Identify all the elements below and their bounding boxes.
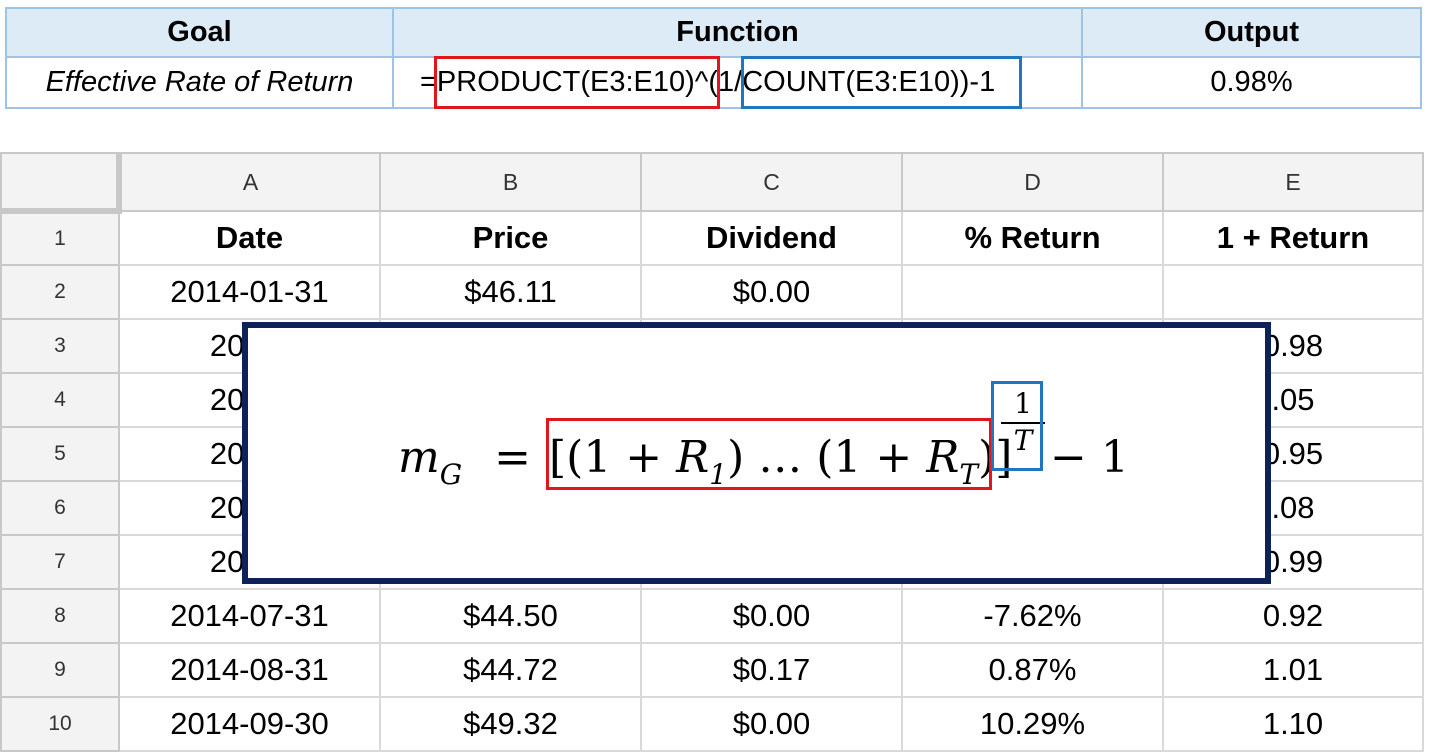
data-cell[interactable] [901,264,1164,320]
eq-equals: = [494,432,531,483]
data-cell[interactable]: $0.00 [640,264,903,320]
column-header-e[interactable]: E [1162,152,1424,212]
row-header[interactable]: 4 [0,372,120,428]
summary-goal-cell[interactable]: Effective Rate of Return [7,58,394,107]
summary-formula-cell[interactable]: =PRODUCT(E3:E10)^(1/COUNT(E3:E10))-1 [394,58,1083,107]
summary-formula-text: =PRODUCT(E3:E10)^(1/COUNT(E3:E10))-1 [420,66,996,98]
table-row: 1 Date Price Dividend % Return 1 + Retur… [0,210,1424,266]
data-cell[interactable]: 1.10 [1162,696,1424,752]
data-cell[interactable]: $46.11 [379,264,642,320]
header-cell-date[interactable]: Date [118,210,381,266]
data-cell[interactable]: 0.92 [1162,588,1424,644]
summary-header-output: Output [1203,16,1299,48]
eq-rt: R [926,432,960,483]
column-header-c[interactable]: C [640,152,903,212]
data-cell[interactable]: $0.00 [640,696,903,752]
data-cell[interactable]: 10.29% [901,696,1164,752]
eq-lhs-var: m [398,432,440,483]
data-cell[interactable]: 2014-01-31 [118,264,381,320]
row-header[interactable]: 7 [0,534,120,590]
row-header[interactable]: 6 [0,480,120,536]
row-header[interactable]: 9 [0,642,120,698]
data-cell[interactable]: 2014-09-30 [118,696,381,752]
formula-overlay: mG = [(1 + R1) … (1 + RT)] 1 T − 1 [242,322,1271,584]
summary-output-cell[interactable]: 0.98% [1083,58,1420,107]
eq-r1-sub: 1 [709,458,728,491]
column-header-a[interactable]: A [118,152,381,212]
row-header[interactable]: 8 [0,588,120,644]
row-header[interactable]: 3 [0,318,120,374]
row-header[interactable]: 10 [0,696,120,752]
data-cell[interactable]: $44.72 [379,642,642,698]
header-cell-one-plus-return[interactable]: 1 + Return [1162,210,1424,266]
data-cell[interactable]: $0.17 [640,642,903,698]
summary-header-function: Function [394,9,1083,56]
table-row: 8 2014-07-31 $44.50 $0.00 -7.62% 0.92 [0,588,1424,644]
header-cell-price[interactable]: Price [379,210,642,266]
summary-header-row: Goal Function Output [7,9,1420,58]
data-cell[interactable]: $49.32 [379,696,642,752]
data-cell[interactable] [1162,264,1424,320]
summary-body-row: Effective Rate of Return =PRODUCT(E3:E10… [7,58,1420,107]
data-cell[interactable]: 2014-07-31 [118,588,381,644]
data-cell[interactable]: -7.62% [901,588,1164,644]
data-cell[interactable]: 0.87% [901,642,1164,698]
table-row: 10 2014-09-30 $49.32 $0.00 10.29% 1.10 [0,696,1424,752]
eq-exp-denominator: T [1013,424,1033,457]
data-cell[interactable]: 1.01 [1162,642,1424,698]
eq-exp-numerator: 1 [1001,386,1045,424]
data-cell[interactable]: $44.50 [379,588,642,644]
eq-middle: ) … (1 + [727,432,927,483]
eq-r1: R [676,432,710,483]
geometric-mean-equation: mG = [(1 + R1) … (1 + RT)] 1 T − 1 [398,387,1129,505]
column-header-b[interactable]: B [379,152,642,212]
data-cell[interactable]: 2014-08-31 [118,642,381,698]
eq-rt-sub: T [959,458,979,491]
header-cell-return[interactable]: % Return [901,210,1164,266]
table-row: 9 2014-08-31 $44.72 $0.17 0.87% 1.01 [0,642,1424,698]
eq-open: [(1 + [548,432,677,483]
row-header[interactable]: 2 [0,264,120,320]
eq-exponent: 1 T [1001,386,1045,458]
table-row: 2 2014-01-31 $46.11 $0.00 [0,264,1424,320]
eq-lhs-sub: G [439,458,463,491]
row-header[interactable]: 5 [0,426,120,482]
header-cell-dividend[interactable]: Dividend [640,210,903,266]
summary-header-goal: Goal [7,9,394,56]
data-cell[interactable]: $0.00 [640,588,903,644]
column-header-d[interactable]: D [901,152,1164,212]
summary-table: Goal Function Output Effective Rate of R… [5,7,1422,109]
column-header-row: A B C D E [0,152,1424,214]
eq-tail: − 1 [1050,432,1129,483]
select-all-corner[interactable] [0,152,122,214]
row-header[interactable]: 1 [0,210,120,266]
